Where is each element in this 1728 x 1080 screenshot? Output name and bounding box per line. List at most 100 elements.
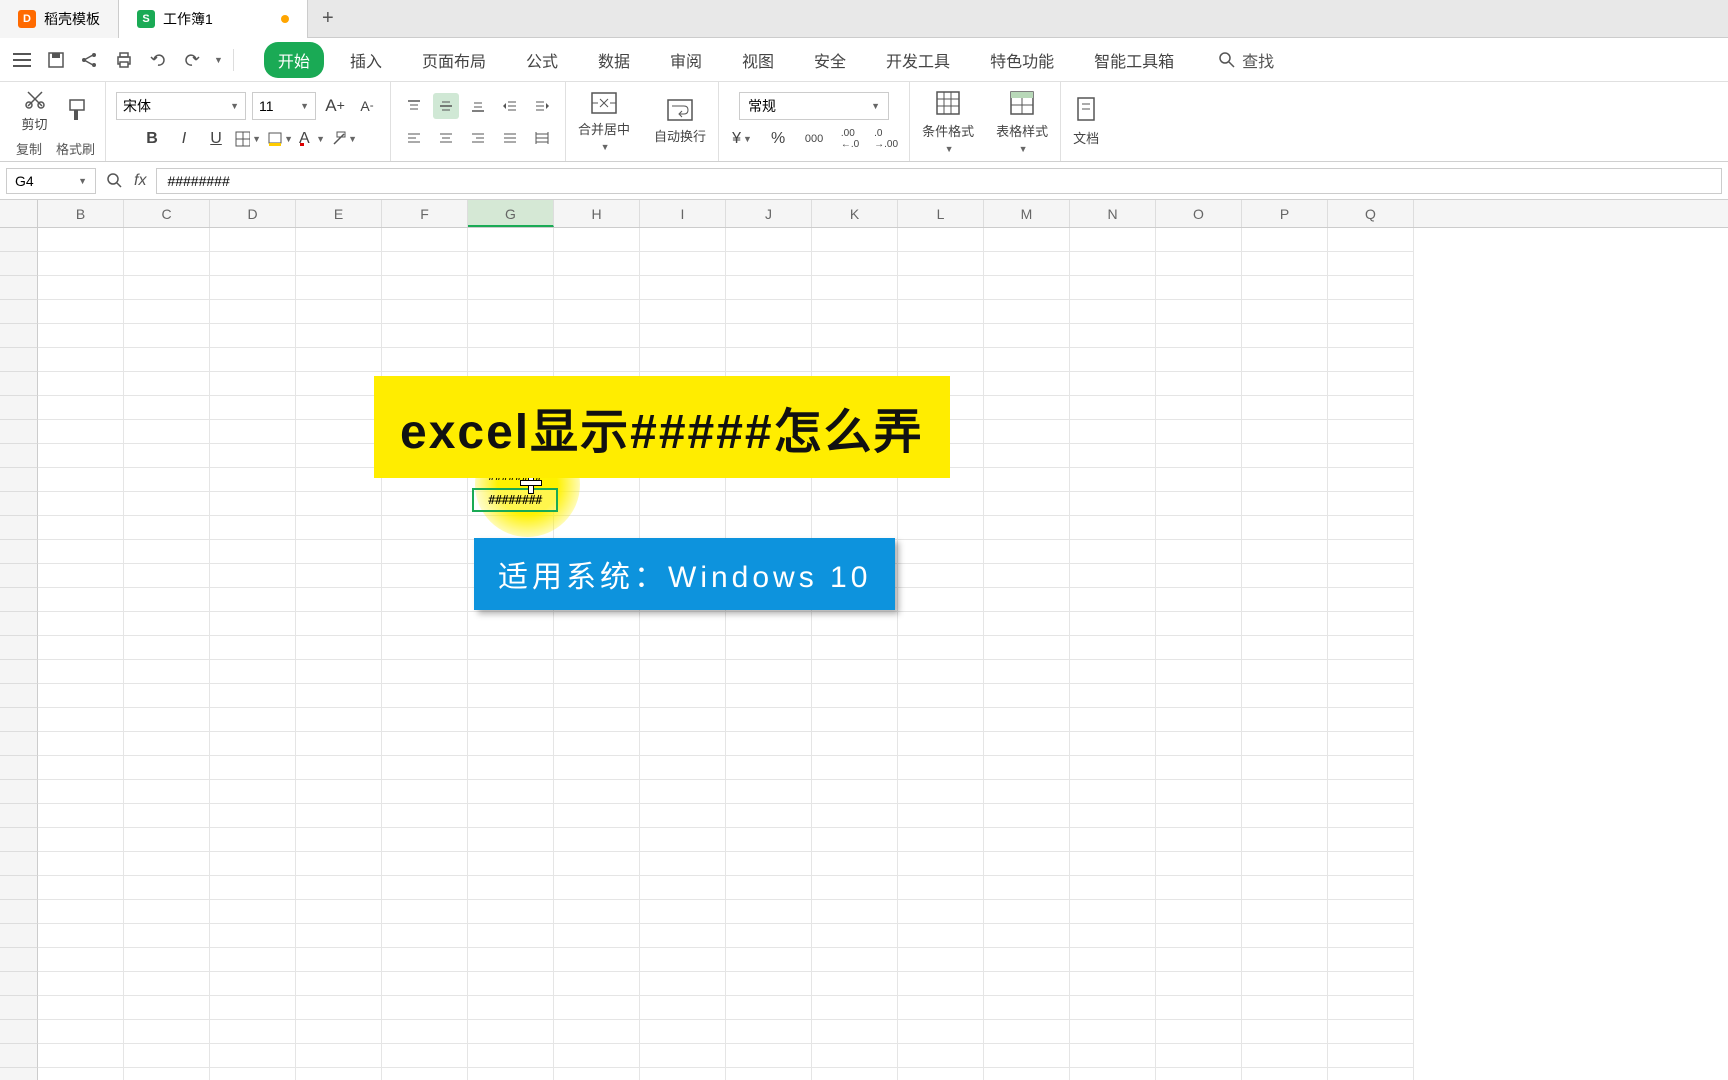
fx-icon[interactable]: fx [134,172,146,190]
col-header-b[interactable]: B [38,200,124,227]
increase-decimal-button[interactable]: .00←.0 [837,126,863,152]
align-left-button[interactable] [401,125,427,151]
tab-templates-label: 稻壳模板 [44,9,100,29]
percent-button[interactable]: % [765,126,791,152]
tab-view[interactable]: 视图 [728,42,788,78]
print-button[interactable] [110,46,138,74]
col-header-f[interactable]: F [382,200,468,227]
increase-font-button[interactable]: A+ [322,93,348,119]
align-middle-button[interactable] [433,93,459,119]
separator [233,49,234,71]
spreadsheet-grid[interactable]: BCDEFGHIJKLMNOPQ ######## ######## #####… [0,200,1728,1080]
menu-button[interactable] [8,46,36,74]
col-header-e[interactable]: E [296,200,382,227]
decrease-indent-button[interactable] [497,93,523,119]
format-painter-button[interactable] [62,95,92,125]
tab-security[interactable]: 安全 [800,42,860,78]
distribute-button[interactable] [529,125,555,151]
col-header-o[interactable]: O [1156,200,1242,227]
tab-special[interactable]: 特色功能 [976,42,1068,78]
wrap-text-button[interactable]: 自动换行 [652,96,708,147]
cell-g4-selected[interactable]: ######## [472,488,558,512]
align-bottom-button[interactable] [465,93,491,119]
col-header-n[interactable]: N [1070,200,1156,227]
font-family-select[interactable]: 宋体▼ [116,92,246,120]
font-group: 宋体▼ 11▼ A+ A- B I U ▼ ▼ A▼ ▼ [106,82,391,161]
redo-button[interactable] [178,46,206,74]
save-button[interactable] [42,46,70,74]
col-header-m[interactable]: M [984,200,1070,227]
format-painter-label: 格式刷 [56,139,95,158]
font-size-select[interactable]: 11▼ [252,92,316,120]
clear-format-button[interactable]: ▼ [331,126,357,152]
cell-reference-input[interactable]: G4▼ [6,168,96,194]
formula-input[interactable]: ######## [156,168,1722,194]
col-header-c[interactable]: C [124,200,210,227]
underline-button[interactable]: U [203,126,229,152]
tab-insert[interactable]: 插入 [336,42,396,78]
formula-bar: G4▼ fx ######## [0,162,1728,200]
decrease-decimal-button[interactable]: .0→.00 [873,126,899,152]
styles-group: 条件格式▼ 表格样式▼ [910,82,1061,161]
copy-label[interactable]: 复制 [16,139,42,158]
tab-workbook[interactable]: S 工作簿1 [119,0,308,38]
align-right-button[interactable] [465,125,491,151]
document-button[interactable]: 文档 [1071,94,1101,149]
zoom-icon[interactable] [106,172,124,190]
increase-indent-button[interactable] [529,93,555,119]
conditional-format-button[interactable]: 条件格式▼ [920,87,976,156]
clipboard-group: 剪切 复制 格式刷 [6,82,106,161]
tab-formula[interactable]: 公式 [512,42,572,78]
col-header-j[interactable]: J [726,200,812,227]
menu-bar: ▼ 开始 插入 页面布局 公式 数据 审阅 视图 安全 开发工具 特色功能 智能… [0,38,1728,82]
col-header-q[interactable]: Q [1328,200,1414,227]
col-header-g[interactable]: G [468,200,554,227]
tab-review[interactable]: 审阅 [656,42,716,78]
col-header-i[interactable]: I [640,200,726,227]
cells-area[interactable] [38,228,1728,1080]
decrease-font-button[interactable]: A- [354,93,380,119]
ribbon: 剪切 复制 格式刷 宋体▼ 11▼ A+ A- B I U ▼ ▼ A▼ [0,82,1728,162]
bold-button[interactable]: B [139,126,165,152]
merge-cells-button[interactable]: 合并居中▼ [576,89,632,154]
tab-page-layout[interactable]: 页面布局 [408,42,500,78]
justify-button[interactable] [497,125,523,151]
new-tab-button[interactable]: + [308,7,348,30]
tab-smart-toolbox[interactable]: 智能工具箱 [1080,42,1188,78]
fill-color-button[interactable]: ▼ [267,126,293,152]
flame-icon: D [18,10,36,28]
alignment-group [391,82,566,161]
table-style-button[interactable]: 表格样式▼ [994,87,1050,156]
share-button[interactable] [76,46,104,74]
tab-home[interactable]: 开始 [264,42,324,78]
col-header-h[interactable]: H [554,200,640,227]
col-header-p[interactable]: P [1242,200,1328,227]
align-center-button[interactable] [433,125,459,151]
doc-group: 文档 [1061,82,1111,161]
tab-dev-tools[interactable]: 开发工具 [872,42,964,78]
tab-templates[interactable]: D 稻壳模板 [0,0,119,38]
italic-button[interactable]: I [171,126,197,152]
spreadsheet-icon: S [137,10,155,28]
unsaved-indicator-icon [281,15,289,23]
dropdown-icon[interactable]: ▼ [214,55,223,65]
col-header-k[interactable]: K [812,200,898,227]
font-color-button[interactable]: A▼ [299,126,325,152]
col-header-d[interactable]: D [210,200,296,227]
border-button[interactable]: ▼ [235,126,261,152]
undo-button[interactable] [144,46,172,74]
tutorial-subtitle-banner: 适用系统：Windows 10 [474,538,895,610]
align-top-button[interactable] [401,93,427,119]
number-format-select[interactable]: 常规▼ [739,92,889,120]
column-headers: BCDEFGHIJKLMNOPQ [0,200,1728,228]
comma-button[interactable]: 000 [801,126,827,152]
select-all-corner[interactable] [0,200,38,227]
col-header-l[interactable]: L [898,200,984,227]
search-button[interactable]: 查找 [1218,48,1274,72]
cut-button[interactable]: 剪切 [20,86,50,135]
number-group: 常规▼ ¥▼ % 000 .00←.0 .0→.00 [719,82,910,161]
tab-data[interactable]: 数据 [584,42,644,78]
search-icon [1218,51,1236,69]
merge-wrap-group: 合并居中▼ 自动换行 [566,82,719,161]
currency-button[interactable]: ¥▼ [729,126,755,152]
